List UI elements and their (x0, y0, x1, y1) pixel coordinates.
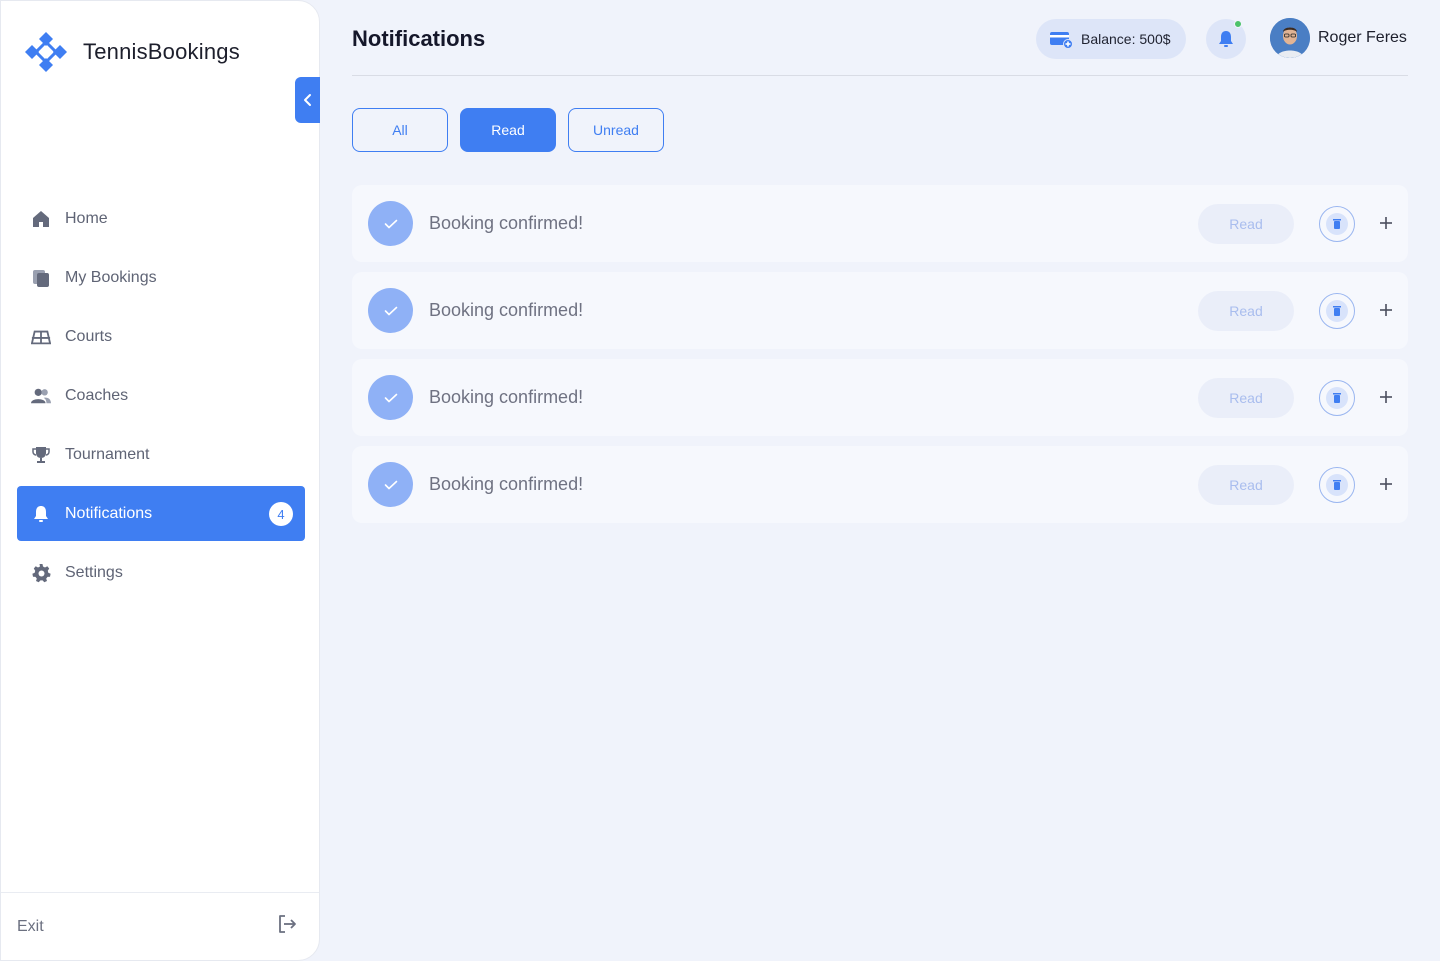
sidebar-item-label: Courts (65, 327, 113, 345)
trash-icon (1326, 213, 1348, 235)
check-icon (368, 462, 413, 507)
notification-text: Booking confirmed! (429, 387, 584, 407)
plus-icon[interactable] (1375, 212, 1397, 234)
filter-unread-button[interactable]: Unread (568, 108, 664, 152)
sidebar-item-tournament[interactable]: Tournament (17, 427, 305, 482)
app-name: TennisBookings (83, 39, 240, 64)
court-icon (31, 327, 51, 347)
exit-button[interactable]: Exit (1, 892, 319, 960)
sidebar-item-notifications[interactable]: Notifications 4 (17, 486, 305, 541)
notification-item: Booking confirmed! Read (352, 359, 1408, 436)
home-icon (31, 209, 51, 229)
delete-button[interactable] (1319, 293, 1355, 329)
user-name: Roger Feres (1318, 29, 1407, 46)
check-icon (368, 288, 413, 333)
trash-icon (1326, 300, 1348, 322)
user-profile[interactable]: Roger Feres (1270, 18, 1407, 58)
sidebar-item-label: Tournament (65, 445, 150, 463)
mark-read-button[interactable]: Read (1198, 204, 1294, 244)
plus-icon[interactable] (1375, 299, 1397, 321)
plus-icon[interactable] (1375, 473, 1397, 495)
bell-icon (1219, 31, 1233, 47)
header-divider (352, 75, 1408, 76)
delete-button[interactable] (1319, 380, 1355, 416)
delete-button[interactable] (1319, 206, 1355, 242)
app-logo[interactable]: TennisBookings (23, 29, 240, 75)
notification-item: Booking confirmed! Read (352, 272, 1408, 349)
sidebar-item-label: Coaches (65, 386, 129, 404)
notification-item: Booking confirmed! Read (352, 446, 1408, 523)
page-title: Notifications (352, 26, 486, 51)
chevron-left-icon (303, 94, 311, 106)
sidebar-item-label: Notifications (65, 504, 153, 522)
sidebar-item-my-bookings[interactable]: My Bookings (17, 250, 305, 305)
collapse-sidebar-button[interactable] (295, 77, 320, 123)
bell-icon (31, 504, 51, 524)
online-status-dot (1234, 20, 1242, 28)
delete-button[interactable] (1319, 467, 1355, 503)
sidebar-item-courts[interactable]: Courts (17, 309, 305, 364)
gear-icon (31, 563, 51, 583)
trash-icon (1326, 387, 1348, 409)
notification-text: Booking confirmed! (429, 474, 584, 494)
sidebar-item-label: Settings (65, 563, 123, 581)
bookings-icon (31, 268, 51, 288)
exit-label: Exit (17, 917, 44, 935)
notifications-bell-button[interactable] (1206, 19, 1246, 59)
users-icon (31, 386, 51, 406)
check-icon (368, 375, 413, 420)
mark-read-button[interactable]: Read (1198, 291, 1294, 331)
notification-count-badge: 4 (269, 502, 293, 526)
notification-text: Booking confirmed! (429, 213, 584, 233)
sidebar-item-label: My Bookings (65, 268, 157, 286)
balance-label: Balance: 500$ (1081, 31, 1171, 47)
avatar (1270, 18, 1310, 58)
notification-text: Booking confirmed! (429, 300, 584, 320)
mark-read-button[interactable]: Read (1198, 378, 1294, 418)
balance-button[interactable]: Balance: 500$ (1036, 19, 1186, 59)
filter-all-button[interactable]: All (352, 108, 448, 152)
check-icon (368, 201, 413, 246)
logo-icon (25, 32, 67, 72)
sidebar-nav: Home My Bookings Courts Coaches Tourname… (17, 191, 305, 604)
mark-read-button[interactable]: Read (1198, 465, 1294, 505)
wallet-add-icon (1050, 32, 1073, 49)
filter-read-button[interactable]: Read (460, 108, 556, 152)
sidebar: TennisBookings Home My Bookings Courts C… (0, 0, 320, 961)
notification-item: Booking confirmed! Read (352, 185, 1408, 262)
sidebar-item-label: Home (65, 209, 108, 227)
sidebar-item-settings[interactable]: Settings (17, 545, 305, 600)
trash-icon (1326, 474, 1348, 496)
sidebar-item-home[interactable]: Home (17, 191, 305, 246)
sidebar-item-coaches[interactable]: Coaches (17, 368, 305, 423)
plus-icon[interactable] (1375, 386, 1397, 408)
trophy-icon (31, 445, 51, 465)
logout-icon (277, 914, 297, 939)
